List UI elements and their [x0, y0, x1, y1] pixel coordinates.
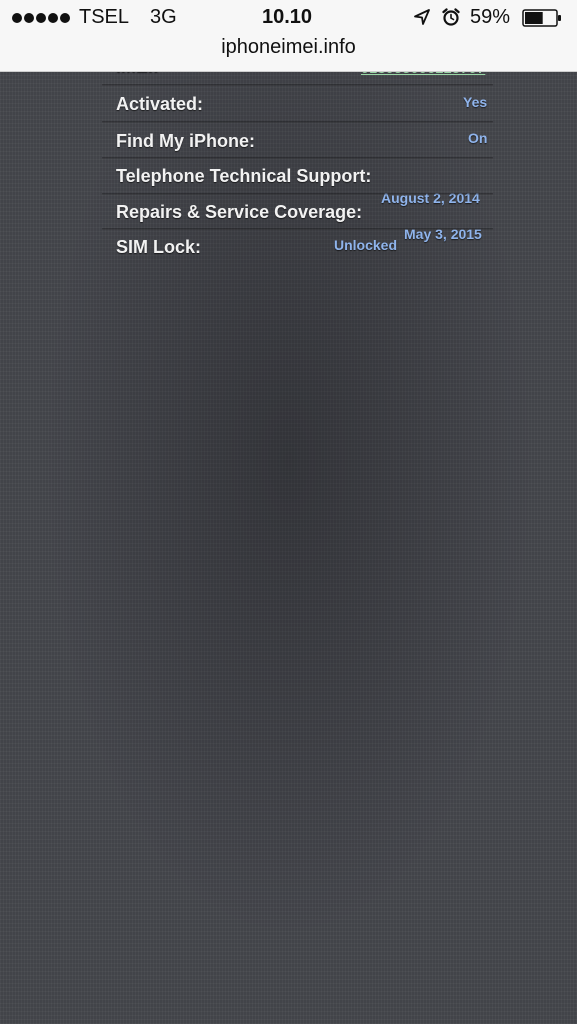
find-my-iphone-value: On	[468, 130, 488, 146]
network-type: 3G	[150, 6, 177, 28]
page-url[interactable]: iphoneimei.info	[0, 36, 577, 59]
battery-percent: 59%	[470, 6, 511, 28]
row-divider	[102, 121, 493, 123]
sim-lock-label: SIM Lock:	[116, 237, 202, 257]
activated-value: Yes	[463, 94, 488, 110]
battery-icon	[522, 9, 561, 27]
browser-header: TSEL 3G 10.10 59% iphoneimei.info	[0, 0, 577, 72]
find-my-iphone-label: Find My iPhone:	[116, 131, 255, 151]
row-divider	[102, 84, 493, 86]
row-divider	[102, 157, 493, 159]
status-bar: TSEL 3G 10.10 59%	[0, 0, 577, 36]
alarm-clock-icon	[442, 8, 460, 26]
carrier-name: TSEL	[79, 6, 130, 28]
sim-lock-value: Unlocked	[334, 237, 398, 253]
row-divider	[102, 193, 493, 195]
status-time: 10.10	[262, 6, 313, 28]
activated-label: Activated:	[116, 94, 204, 114]
row-divider	[102, 228, 493, 230]
repairs-coverage-label: Repairs & Service Coverage:	[116, 202, 363, 222]
linen-background	[0, 0, 577, 1024]
telephone-support-label: Telephone Technical Support:	[116, 166, 372, 186]
signal-dots-icon	[12, 13, 70, 23]
location-arrow-icon	[414, 9, 430, 25]
